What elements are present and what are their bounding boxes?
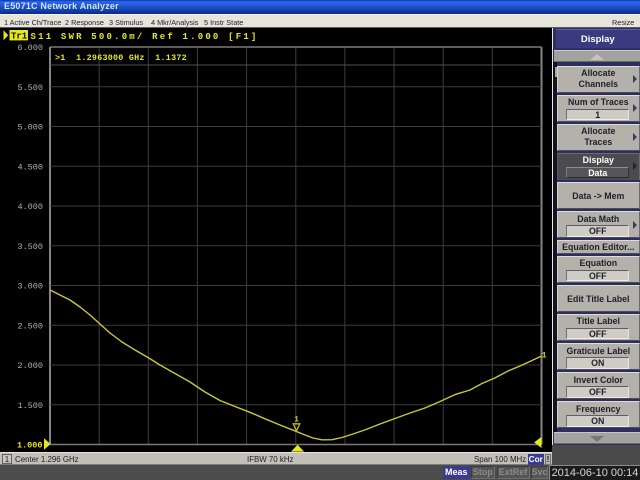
svg-text:2.500: 2.500 [17,321,43,331]
svg-text:Tr1: Tr1 [11,32,28,42]
svg-text:5.000: 5.000 [17,123,43,133]
svg-text:S11 SWR 500.0m/ Ref 1.000 [F1]: S11 SWR 500.0m/ Ref 1.000 [F1] [31,32,259,42]
svg-text:4.500: 4.500 [17,162,43,172]
svg-text:>1 1.2963000 GHz 1.1372: >1 1.2963000 GHz 1.1372 [55,53,187,63]
svg-text:2.000: 2.000 [17,361,43,371]
svg-text:1.500: 1.500 [17,401,43,411]
svg-text:5.500: 5.500 [17,83,43,93]
svg-text:1: 1 [542,351,547,361]
svg-text:6.000: 6.000 [17,43,43,53]
svg-text:3.000: 3.000 [17,282,43,292]
svg-text:1.000: 1.000 [17,441,43,451]
svg-text:3.500: 3.500 [17,242,43,252]
svg-text:4.000: 4.000 [17,202,43,212]
